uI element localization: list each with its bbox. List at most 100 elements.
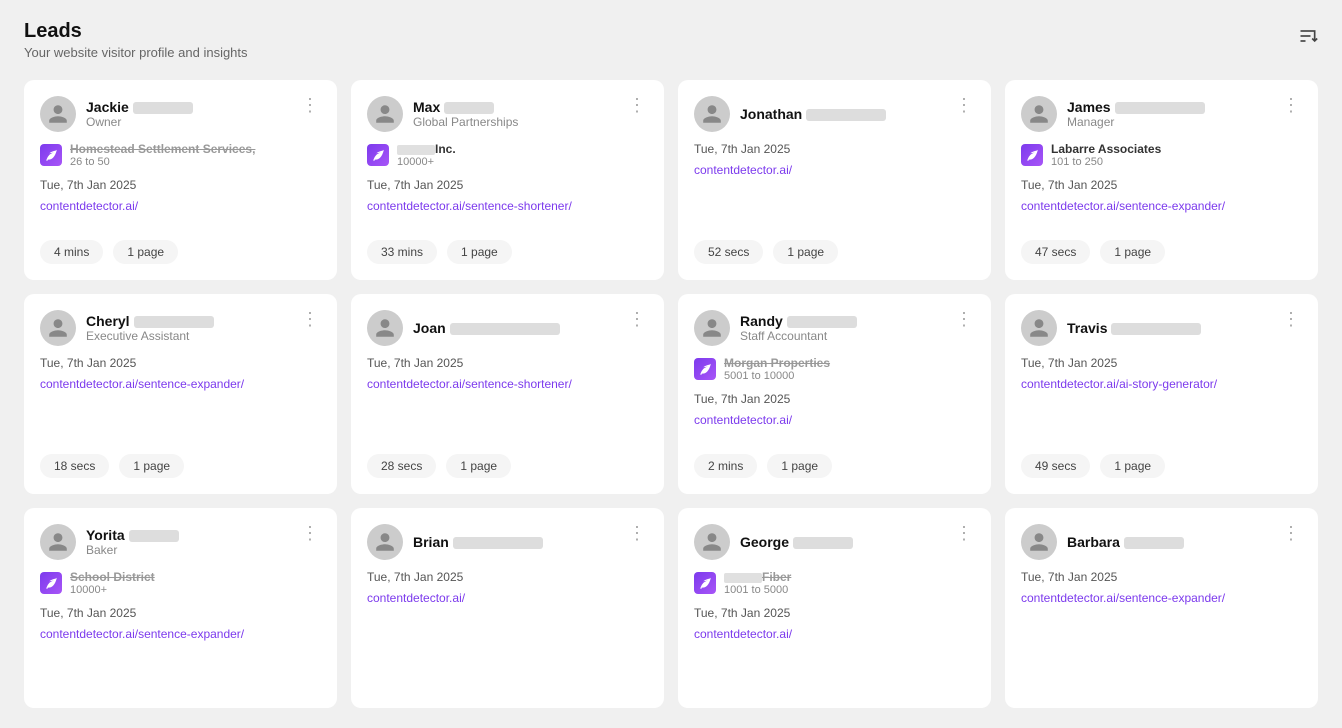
avatar	[694, 310, 730, 346]
card-link[interactable]: contentdetector.ai/sentence-expander/	[1021, 199, 1302, 213]
avatar	[694, 524, 730, 560]
card-stats: 2 mins 1 page	[694, 444, 975, 478]
avatar	[1021, 96, 1057, 132]
card-header: Randy Staff Accountant ⋮	[694, 310, 975, 346]
card-link[interactable]: contentdetector.ai/sentence-shortener/	[367, 377, 648, 391]
company-name: Morgan Properties	[724, 356, 830, 370]
page-stat: 1 page	[1100, 240, 1165, 264]
card-link[interactable]: contentdetector.ai/	[40, 199, 321, 213]
card-link[interactable]: contentdetector.ai/ai-story-generator/	[1021, 377, 1302, 391]
more-options-button[interactable]: ⋮	[953, 96, 975, 114]
card-user: Jonathan	[694, 96, 886, 132]
card-stats: 4 mins 1 page	[40, 230, 321, 264]
card-stats: 28 secs 1 page	[367, 444, 648, 478]
user-name: James	[1067, 99, 1205, 115]
card-user: Barbara	[1021, 524, 1184, 560]
user-name: Jackie	[86, 99, 193, 115]
card-header: George ⋮	[694, 524, 975, 560]
sort-button[interactable]	[1298, 26, 1318, 46]
card-stats: 18 secs 1 page	[40, 444, 321, 478]
card-date: Tue, 7th Jan 2025	[367, 356, 648, 370]
page-stat: 1 page	[1100, 454, 1165, 478]
more-options-button[interactable]: ⋮	[1280, 310, 1302, 328]
card-link[interactable]: contentdetector.ai/	[367, 591, 648, 605]
lead-card-card-12: Barbara ⋮ Tue, 7th Jan 2025 contentdetec…	[1005, 508, 1318, 708]
company-name: Fiber	[724, 570, 791, 584]
lead-card-card-3: Jonathan ⋮ Tue, 7th Jan 2025 contentdete…	[678, 80, 991, 280]
lead-card-card-11: George ⋮ Fiber 1001 to 5000 Tue, 7th Jan…	[678, 508, 991, 708]
company-size: 10000+	[70, 584, 155, 596]
more-options-button[interactable]: ⋮	[953, 310, 975, 328]
company-name: Labarre Associates	[1051, 142, 1161, 156]
more-options-button[interactable]: ⋮	[299, 96, 321, 114]
page-stat: 1 page	[767, 454, 832, 478]
avatar	[367, 524, 403, 560]
time-stat: 18 secs	[40, 454, 109, 478]
more-options-button[interactable]: ⋮	[1280, 96, 1302, 114]
company-info: School District 10000+	[40, 570, 321, 596]
card-stats: 47 secs 1 page	[1021, 230, 1302, 264]
company-info: Inc. 10000+	[367, 142, 648, 168]
company-size: 1001 to 5000	[724, 584, 791, 596]
card-link[interactable]: contentdetector.ai/	[694, 627, 975, 641]
card-date: Tue, 7th Jan 2025	[40, 356, 321, 370]
lead-card-card-6: Joan ⋮ Tue, 7th Jan 2025 contentdetector…	[351, 294, 664, 494]
card-header: James Manager ⋮	[1021, 96, 1302, 132]
company-size: 101 to 250	[1051, 156, 1161, 168]
card-header: Brian ⋮	[367, 524, 648, 560]
time-stat: 2 mins	[694, 454, 757, 478]
more-options-button[interactable]: ⋮	[626, 524, 648, 542]
page-stat: 1 page	[773, 240, 838, 264]
time-stat: 49 secs	[1021, 454, 1090, 478]
page-header: Leads Your website visitor profile and i…	[24, 20, 1318, 60]
avatar	[1021, 310, 1057, 346]
more-options-button[interactable]: ⋮	[299, 310, 321, 328]
card-link[interactable]: contentdetector.ai/sentence-expander/	[1021, 591, 1302, 605]
card-user: Randy Staff Accountant	[694, 310, 857, 346]
avatar	[1021, 524, 1057, 560]
page-stat: 1 page	[119, 454, 184, 478]
page-subtitle: Your website visitor profile and insight…	[24, 45, 248, 60]
avatar	[40, 310, 76, 346]
user-role: Global Partnerships	[413, 115, 518, 129]
avatar	[694, 96, 730, 132]
user-name: Yorita	[86, 527, 179, 543]
card-user: Max Global Partnerships	[367, 96, 518, 132]
card-link[interactable]: contentdetector.ai/sentence-shortener/	[367, 199, 648, 213]
card-header: Joan ⋮	[367, 310, 648, 346]
card-link[interactable]: contentdetector.ai/sentence-expander/	[40, 377, 321, 391]
card-date: Tue, 7th Jan 2025	[40, 606, 321, 620]
card-user: Travis	[1021, 310, 1201, 346]
more-options-button[interactable]: ⋮	[1280, 524, 1302, 542]
lead-card-card-2: Max Global Partnerships ⋮ Inc. 10000+ Tu…	[351, 80, 664, 280]
card-link[interactable]: contentdetector.ai/sentence-expander/	[40, 627, 321, 641]
card-date: Tue, 7th Jan 2025	[694, 392, 975, 406]
page-stat: 1 page	[113, 240, 178, 264]
user-role: Owner	[86, 115, 193, 129]
card-link[interactable]: contentdetector.ai/	[694, 163, 975, 177]
time-stat: 4 mins	[40, 240, 103, 264]
more-options-button[interactable]: ⋮	[953, 524, 975, 542]
user-role: Baker	[86, 543, 179, 557]
leads-grid: Jackie Owner ⋮ Homestead Settlement Serv…	[24, 80, 1318, 708]
company-size: 10000+	[397, 156, 456, 168]
company-size: 5001 to 10000	[724, 370, 830, 382]
company-logo	[40, 144, 62, 166]
card-user: James Manager	[1021, 96, 1205, 132]
user-name: Joan	[413, 320, 560, 336]
user-name: Max	[413, 99, 518, 115]
company-logo	[1021, 144, 1043, 166]
card-date: Tue, 7th Jan 2025	[40, 178, 321, 192]
card-date: Tue, 7th Jan 2025	[1021, 570, 1302, 584]
card-user: Brian	[367, 524, 543, 560]
time-stat: 28 secs	[367, 454, 436, 478]
time-stat: 52 secs	[694, 240, 763, 264]
card-link[interactable]: contentdetector.ai/	[694, 413, 975, 427]
more-options-button[interactable]: ⋮	[626, 310, 648, 328]
avatar	[40, 524, 76, 560]
more-options-button[interactable]: ⋮	[626, 96, 648, 114]
more-options-button[interactable]: ⋮	[299, 524, 321, 542]
time-stat: 33 mins	[367, 240, 437, 264]
company-info: Fiber 1001 to 5000	[694, 570, 975, 596]
page-stat: 1 page	[446, 454, 511, 478]
